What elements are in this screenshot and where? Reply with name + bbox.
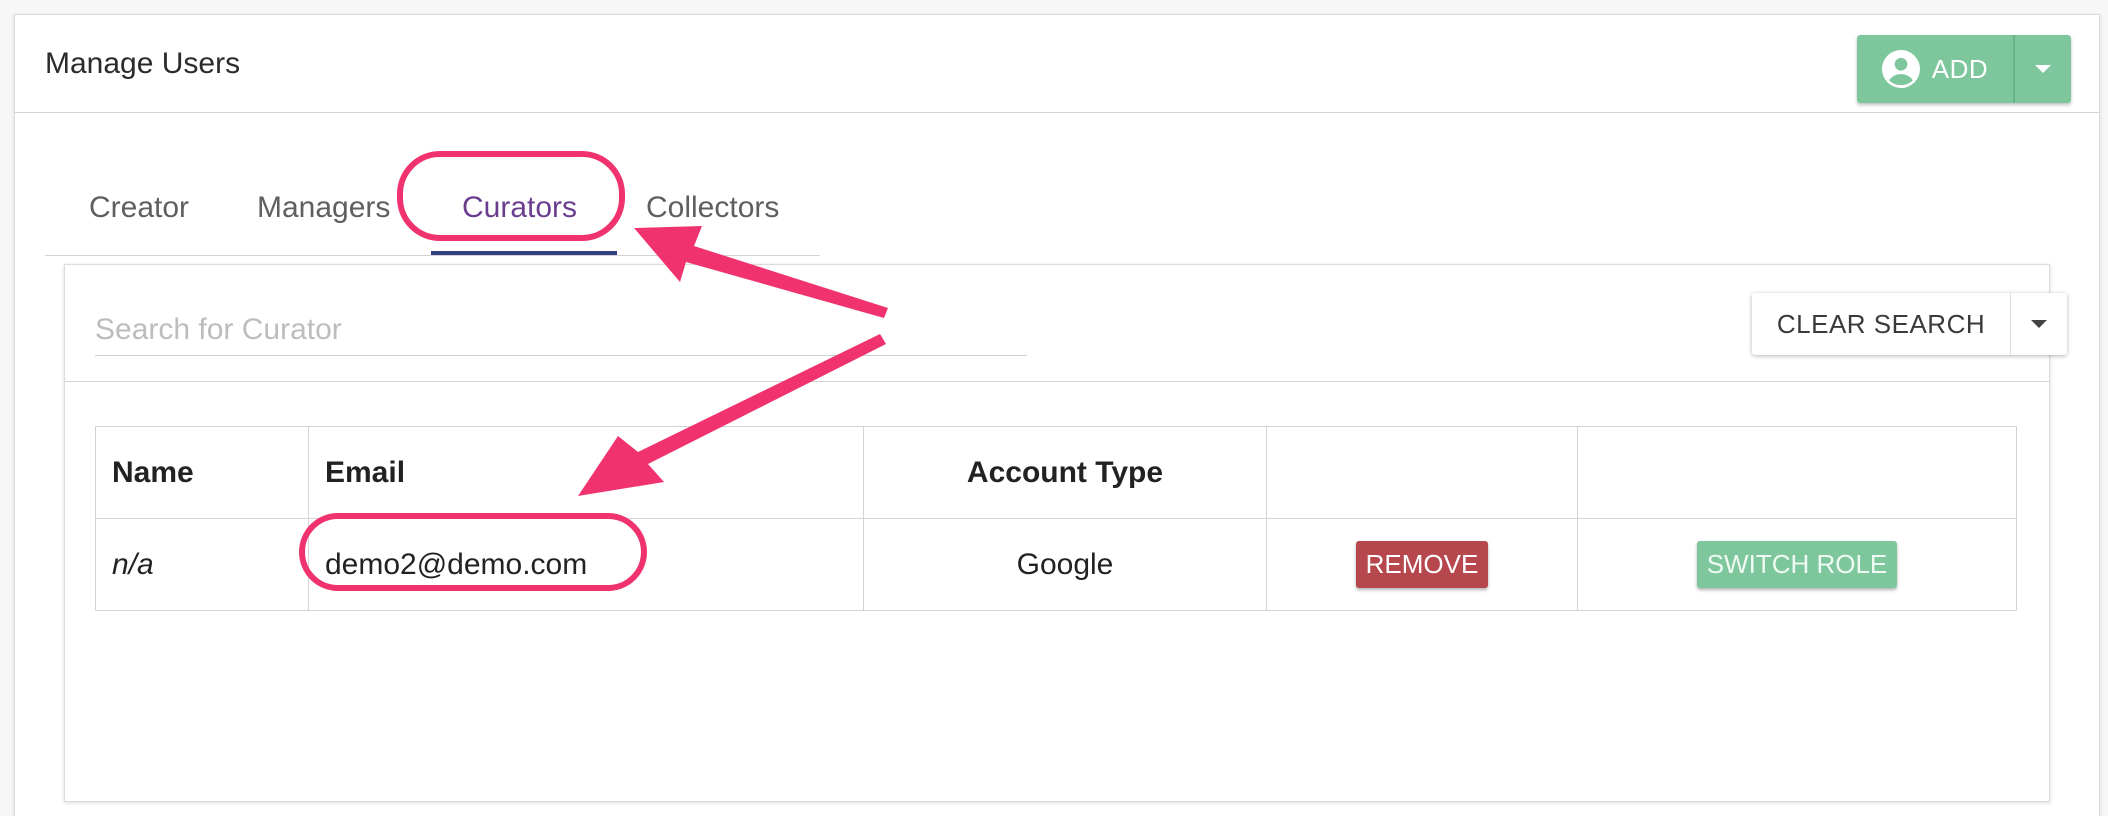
- curators-panel: CLEAR SEARCH Name Email Account Type: [64, 264, 2067, 802]
- add-button-group: ADD: [1857, 35, 2071, 103]
- column-header-switch: [1577, 426, 2017, 519]
- page-title: Manage Users: [45, 47, 241, 80]
- clear-search-dropdown-button[interactable]: [2010, 293, 2067, 355]
- search-bar: CLEAR SEARCH: [65, 265, 2067, 382]
- search-input[interactable]: [95, 305, 1027, 356]
- users-table: Name Email Account Type n/a demo2@demo.c…: [95, 426, 2017, 611]
- clear-search-button[interactable]: CLEAR SEARCH: [1752, 293, 2010, 355]
- tab-collectors[interactable]: Collectors: [646, 191, 779, 225]
- remove-cell: REMOVE: [1266, 518, 1578, 611]
- table-row: n/a demo2@demo.com Google REMOVE SWITCH …: [95, 518, 2017, 611]
- table-header-row: Name Email Account Type: [95, 426, 2017, 519]
- remove-button[interactable]: REMOVE: [1355, 541, 1489, 588]
- add-dropdown-button[interactable]: [2013, 35, 2071, 103]
- tab-managers[interactable]: Managers: [257, 191, 390, 225]
- chevron-down-icon: [2035, 65, 2051, 73]
- switch-role-button[interactable]: SWITCH ROLE: [1696, 541, 1898, 588]
- tab-curators[interactable]: Curators: [462, 191, 577, 225]
- account-circle-icon: [1881, 50, 1920, 88]
- switch-role-cell: SWITCH ROLE: [1577, 518, 2017, 611]
- column-header-email: Email: [308, 426, 864, 519]
- user-account-type-cell: Google: [863, 518, 1267, 611]
- manage-users-card: Manage Users ADD Creator Managers Curato…: [14, 14, 2100, 816]
- clear-search-group: CLEAR SEARCH: [1752, 293, 2067, 355]
- page: Manage Users ADD Creator Managers Curato…: [0, 0, 2108, 816]
- chevron-down-icon: [2031, 320, 2047, 328]
- user-email-cell: demo2@demo.com: [308, 518, 864, 611]
- add-button-label: ADD: [1931, 53, 1989, 84]
- card-header: Manage Users ADD: [15, 15, 2099, 113]
- user-name-cell: n/a: [95, 518, 309, 611]
- column-header-remove: [1266, 426, 1578, 519]
- add-button[interactable]: ADD: [1857, 35, 2013, 103]
- active-tab-indicator: [431, 251, 617, 255]
- column-header-name: Name: [95, 426, 309, 519]
- column-header-account-type: Account Type: [863, 426, 1267, 519]
- user-role-tabs: Creator Managers Curators Collectors: [45, 155, 820, 256]
- tab-creator[interactable]: Creator: [89, 191, 189, 225]
